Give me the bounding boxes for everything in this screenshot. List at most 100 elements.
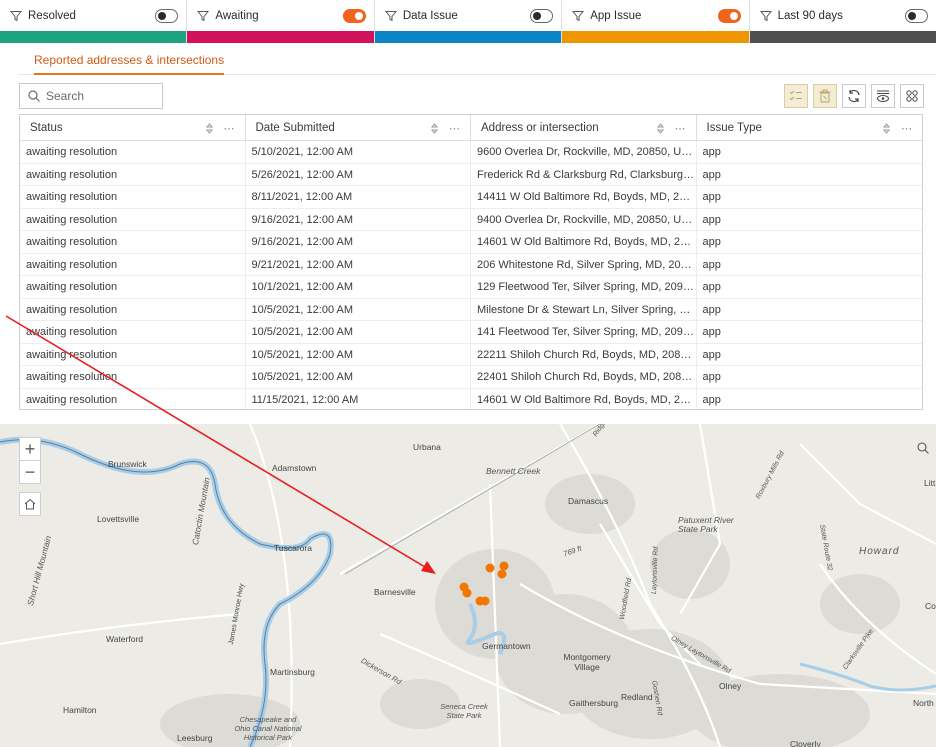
table-row[interactable]: awaiting resolution 5/26/2021, 12:00 AM Fr… xyxy=(20,163,922,186)
column-menu-icon[interactable]: ⋯ xyxy=(449,122,460,135)
table-cell: 10/5/2021, 12:00 AM xyxy=(246,321,471,343)
table-body: awaiting resolution 5/10/2021, 12:00 AM 96… xyxy=(20,141,922,409)
filter-color-bar xyxy=(749,31,936,43)
toggle-knob xyxy=(158,11,167,20)
table-cell: 9/16/2021, 12:00 AM xyxy=(246,208,471,231)
column-header[interactable]: Date Submitted ⋯ xyxy=(246,115,471,141)
table-row[interactable]: awaiting resolution 9/16/2021, 12:00 AM 94… xyxy=(20,208,922,231)
map-label: Barnesville xyxy=(374,587,416,597)
column-header[interactable]: Status ⋯ xyxy=(20,115,246,141)
table-row[interactable]: awaiting resolution 10/5/2021, 12:00 AM Mi… xyxy=(20,298,922,321)
table-cell: app xyxy=(702,146,721,158)
filter-data-issue: Data Issue xyxy=(374,0,563,43)
table-cell: 9/16/2021, 12:00 AM xyxy=(246,231,471,253)
minus-icon: − xyxy=(24,461,36,482)
table-row[interactable]: awaiting resolution 5/10/2021, 12:00 AM 96… xyxy=(20,141,922,164)
map-label: Gaithersburg xyxy=(569,698,619,708)
map-label: Tuscarora xyxy=(274,543,312,553)
map-label: Damascus xyxy=(568,496,609,506)
filter-toggle[interactable] xyxy=(717,8,741,23)
table-cell: Milestone Dr & Stewart Ln, Silver Spring… xyxy=(471,298,697,321)
map-label: Redland xyxy=(621,692,653,702)
toggle-knob xyxy=(354,11,363,20)
filter-icon xyxy=(197,10,210,21)
sort-icon[interactable] xyxy=(431,123,438,134)
home-icon xyxy=(24,498,36,510)
table-cell: app xyxy=(702,281,721,293)
filter-color-bar xyxy=(562,31,749,43)
column-header[interactable]: Address or intersection ⋯ xyxy=(471,115,697,141)
map-view[interactable]: Brunswick Adamstown Urbana Bennett Creek… xyxy=(0,424,936,747)
table-row[interactable]: awaiting resolution 8/11/2021, 12:00 AM 14… xyxy=(20,186,922,209)
table-cell: 14601 W Old Baltimore Rd, Boyds, MD, 208… xyxy=(471,231,697,253)
column-header-label: Address or intersection xyxy=(481,122,599,134)
sort-icon[interactable] xyxy=(883,123,890,134)
table-cell: app xyxy=(702,371,721,383)
filter-toggle[interactable] xyxy=(530,8,554,23)
table-row[interactable]: awaiting resolution 11/15/2021, 12:00 AM 1… xyxy=(20,388,922,409)
table-cell: awaiting resolution xyxy=(20,366,246,388)
zoom-in-button[interactable]: + xyxy=(19,437,41,461)
table-cell: 22211 Shiloh Church Rd, Boyds, MD, 20841… xyxy=(471,343,697,366)
table-cell: 14411 W Old Baltimore Rd, Boyds, MD, 208… xyxy=(471,186,697,208)
map-label: Bennett Creek xyxy=(486,466,541,476)
map-search-button[interactable] xyxy=(913,438,933,458)
filter-toggle[interactable] xyxy=(342,8,366,23)
table-cell: app xyxy=(702,236,721,248)
map-label: Cloverly xyxy=(790,739,821,747)
delete-button[interactable] xyxy=(813,84,837,108)
table-cell: awaiting resolution xyxy=(20,231,246,253)
table-row[interactable]: awaiting resolution 10/5/2021, 12:00 AM 14… xyxy=(20,321,922,344)
more-options-button[interactable] xyxy=(900,84,924,108)
table-row[interactable]: awaiting resolution 9/16/2021, 12:00 AM 14… xyxy=(20,231,922,254)
table-cell: app xyxy=(702,168,721,181)
eye-list-icon xyxy=(877,90,889,102)
table-cell: awaiting resolution xyxy=(20,186,246,208)
filter-color-bar xyxy=(0,31,187,43)
map-label: Olney xyxy=(719,681,742,691)
table-row[interactable]: awaiting resolution 10/5/2021, 12:00 AM 22… xyxy=(20,343,922,366)
show-columns-button[interactable] xyxy=(871,84,895,108)
column-header[interactable]: Issue Type ⋯ xyxy=(697,115,923,141)
map-label: Howard xyxy=(859,546,900,557)
map-label: Chesapeake and Ohio Canal National Histo… xyxy=(234,715,302,742)
column-menu-icon[interactable]: ⋯ xyxy=(224,122,235,135)
map-label: Leesburg xyxy=(177,733,213,743)
select-all-button[interactable] xyxy=(784,84,808,108)
table-cell: 9600 Overlea Dr, Rockville, MD, 20850, U… xyxy=(471,141,697,163)
sort-icon[interactable] xyxy=(656,123,664,134)
refresh-icon xyxy=(848,89,860,103)
table-cell: 141 Fleetwood Ter, Silver Spring, MD, 20… xyxy=(471,321,697,343)
search-input[interactable]: Search xyxy=(19,83,163,109)
column-menu-icon[interactable]: ⋯ xyxy=(675,122,686,135)
table-row[interactable]: awaiting resolution 10/5/2021, 12:00 AM 22… xyxy=(20,366,922,389)
table-cell: 129 Fleetwood Ter, Silver Spring, MD, 20… xyxy=(471,276,697,298)
table-cell: 10/5/2021, 12:00 AM xyxy=(246,343,471,366)
column-menu-icon[interactable]: ⋯ xyxy=(901,122,912,135)
table-row[interactable]: awaiting resolution 9/21/2021, 12:00 AM 20… xyxy=(20,253,922,276)
table-header: Status ⋯ Date Submitted ⋯ Address or interse… xyxy=(20,115,922,141)
records-table: Status ⋯ Date Submitted ⋯ Address or interse… xyxy=(19,114,923,410)
filter-toggle[interactable] xyxy=(905,8,929,23)
filter-color-bar xyxy=(374,31,562,43)
column-header-label: Date Submitted xyxy=(255,122,335,134)
table-row[interactable]: awaiting resolution 10/1/2021, 12:00 AM 12… xyxy=(20,276,922,299)
filter-label: Awaiting xyxy=(215,9,259,22)
list-check-icon xyxy=(789,90,802,101)
table-cell: app xyxy=(702,348,721,361)
filter-awaiting: Awaiting xyxy=(187,0,375,43)
map-label: Martinsburg xyxy=(270,667,315,677)
sort-icon[interactable] xyxy=(205,123,213,134)
filter-toggle[interactable] xyxy=(155,8,179,23)
tab-reported-addresses[interactable]: Reported addresses & intersections xyxy=(34,44,225,75)
table-cell: 5/10/2021, 12:00 AM xyxy=(246,141,471,163)
refresh-button[interactable] xyxy=(842,84,866,108)
toggle-knob xyxy=(729,11,738,20)
home-button[interactable] xyxy=(19,492,41,516)
map-label: Patuxent River State Park xyxy=(678,515,734,534)
table-cell: 14601 W Old Baltimore Rd, Boyds, MD, 208… xyxy=(471,388,697,409)
table-cell: awaiting resolution xyxy=(20,253,246,276)
zoom-out-button[interactable]: − xyxy=(19,460,41,484)
map-label: Litt xyxy=(924,478,936,488)
map-label: Waterford xyxy=(106,634,144,644)
